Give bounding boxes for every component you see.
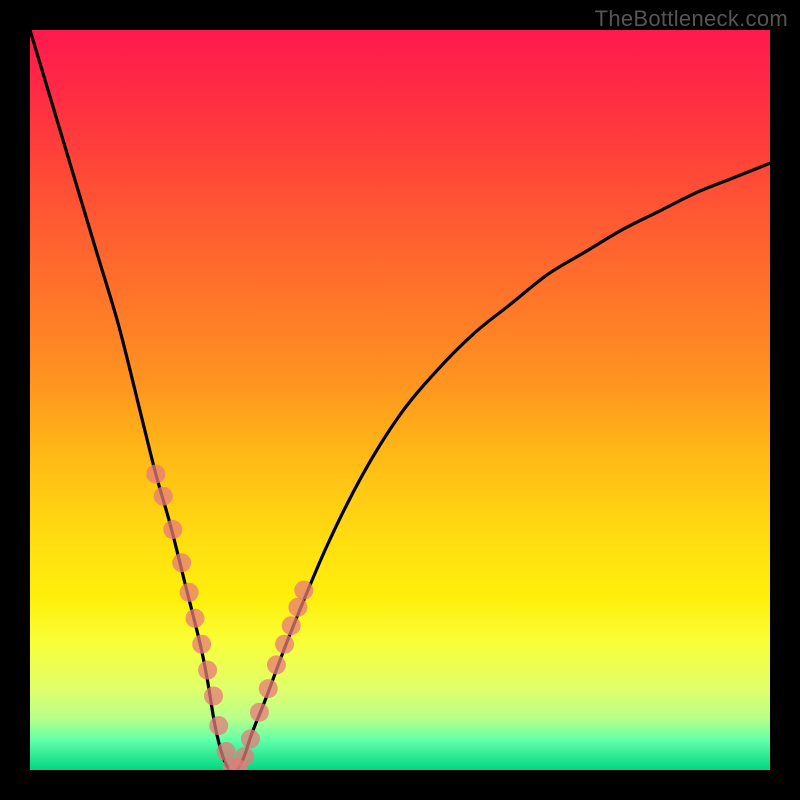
marker-dot xyxy=(146,465,165,484)
marker-dot xyxy=(259,679,278,698)
marker-dot xyxy=(154,487,173,506)
chart-container: TheBottleneck.com xyxy=(0,0,800,800)
marker-dot xyxy=(186,609,205,628)
plot-area xyxy=(30,30,770,770)
marker-dot xyxy=(250,703,269,722)
watermark-text: TheBottleneck.com xyxy=(595,6,788,32)
bottleneck-curve xyxy=(30,30,770,770)
marker-dot xyxy=(235,747,254,766)
marker-dot xyxy=(180,583,199,602)
marker-dot xyxy=(198,661,217,680)
marker-dot xyxy=(294,581,313,600)
marker-dot xyxy=(288,598,307,617)
marker-dot xyxy=(275,635,294,654)
marker-dot xyxy=(282,616,301,635)
marker-dot xyxy=(267,655,286,674)
curve-svg xyxy=(30,30,770,770)
marker-dot xyxy=(172,553,191,572)
highlight-markers xyxy=(146,465,313,771)
marker-dot xyxy=(204,687,223,706)
marker-dot xyxy=(192,635,211,654)
marker-dot xyxy=(241,729,260,748)
marker-dot xyxy=(163,520,182,539)
marker-dot xyxy=(209,716,228,735)
